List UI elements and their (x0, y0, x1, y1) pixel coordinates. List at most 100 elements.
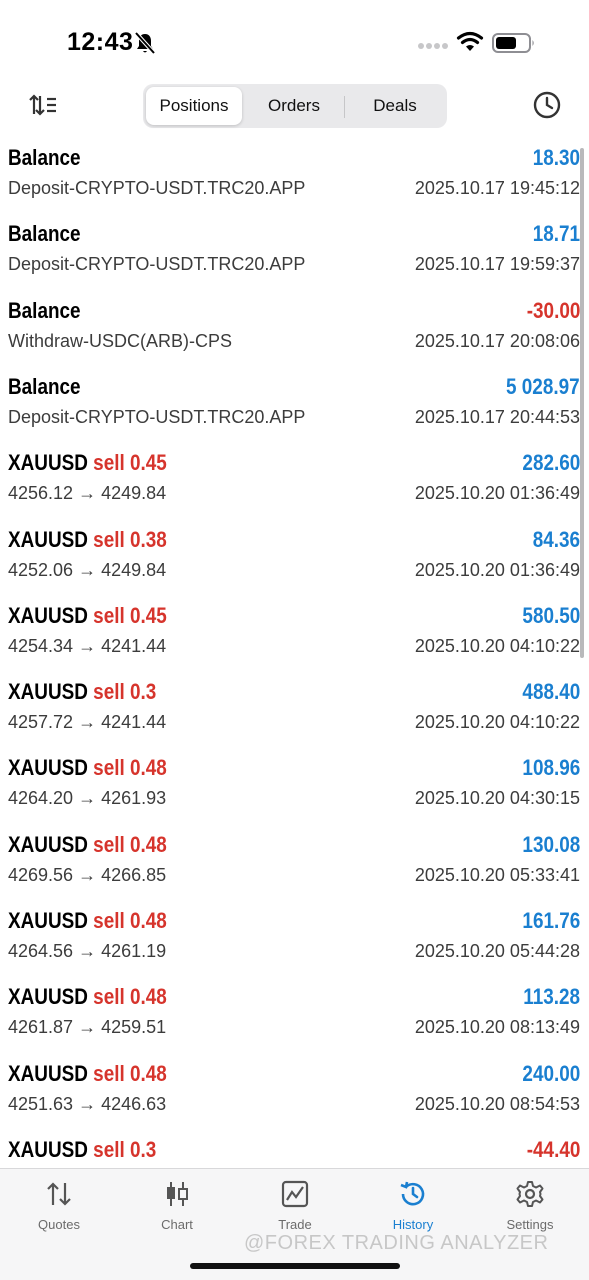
deal-profit: 108.96 (522, 755, 580, 781)
deal-time: 2025.10.20 01:36:49 (414, 559, 580, 580)
deal-profit: 18.30 (532, 145, 580, 170)
deal-comment: 4251.63 → 4246.63 (8, 1093, 167, 1114)
deal-comment: 4264.56 → 4261.19 (8, 941, 167, 961)
symbol-name: XAUUSD (8, 755, 88, 781)
settings-icon (516, 1181, 544, 1207)
symbol-name: XAUUSD (8, 1060, 88, 1086)
deal-time: 2025.10.17 19:45:12 (414, 178, 580, 198)
tab-settings[interactable]: Settings (471, 1179, 589, 1239)
deal-title: XAUUSD sell 0.38 (8, 527, 167, 553)
tab-history[interactable]: History (354, 1179, 472, 1239)
trade-side: sell 0.38 (93, 526, 167, 552)
history-list[interactable]: Balance 18.30 Deposit-CRYPTO-USDT.TRC20.AP… (0, 140, 589, 1168)
deal-time: 2025.10.20 04:10:22 (414, 712, 580, 733)
tab-orders[interactable]: Orders (246, 87, 342, 125)
list-item[interactable]: Balance 18.30 Deposit-CRYPTO-USDT.TRC20.AP… (0, 140, 589, 216)
trade-side: sell 0.48 (93, 1060, 167, 1086)
deal-title: XAUUSD sell 0.48 (8, 755, 167, 781)
sort-icon[interactable] (28, 92, 58, 118)
list-item[interactable]: XAUUSD sell 0.3 488.40 4257.72 → 4241.44 20… (0, 674, 589, 750)
trade-side: sell 0.48 (93, 831, 167, 857)
deal-time: 2025.10.20 04:30:15 (414, 788, 580, 809)
list-item[interactable]: XAUUSD sell 0.48 240.00 4251.63 → 4246.63 2… (0, 1056, 589, 1132)
deal-time: 2025.10.17 19:59:37 (414, 254, 580, 275)
list-item[interactable]: XAUUSD sell 0.3 -44.40 (0, 1132, 589, 1168)
deal-title: XAUUSD sell 0.45 (8, 603, 167, 629)
deal-time: 2025.10.20 04:10:22 (414, 635, 580, 656)
battery-icon (492, 33, 534, 53)
symbol-name: XAUUSD (8, 908, 88, 933)
tab-label: Settings (506, 1217, 554, 1232)
trade-side: sell 0.45 (93, 602, 167, 628)
quotes-icon (47, 1182, 71, 1206)
scrollbar[interactable] (580, 148, 584, 658)
cellular-signal-icon (418, 43, 448, 49)
deal-profit: 84.36 (532, 526, 580, 552)
symbol-name: Balance (8, 145, 81, 170)
deal-comment: Deposit-CRYPTO-USDT.TRC20.APP (8, 254, 306, 275)
list-item[interactable]: XAUUSD sell 0.48 113.28 4261.87 → 4259.51 2… (0, 979, 589, 1055)
symbol-name: XAUUSD (8, 984, 88, 1010)
list-item[interactable]: Balance 18.71 Deposit-CRYPTO-USDT.TRC20.AP… (0, 216, 589, 292)
tab-label: History (392, 1217, 434, 1232)
tab-deals[interactable]: Deals (346, 87, 444, 125)
deal-title: Balance (8, 298, 81, 324)
deal-profit: 130.08 (522, 831, 580, 857)
deal-title: Balance (8, 374, 81, 400)
deal-profit: -44.40 (526, 1136, 580, 1162)
deal-profit: 240.00 (522, 1060, 580, 1086)
list-item[interactable]: XAUUSD sell 0.48 130.08 4269.56 → 4266.85 2… (0, 827, 589, 903)
deal-comment: 4252.06 → 4249.84 (8, 559, 167, 580)
symbol-name: XAUUSD (8, 1136, 88, 1162)
symbol-name: Balance (8, 373, 81, 399)
deal-comment: 4254.34 → 4241.44 (8, 635, 167, 656)
deal-profit: 580.50 (522, 602, 580, 628)
status-time: 12:43 (67, 28, 134, 56)
deal-profit: 5 028.97 (506, 373, 580, 399)
list-item[interactable]: XAUUSD sell 0.48 108.96 4264.20 → 4261.93 2… (0, 750, 589, 826)
wifi-icon (456, 31, 484, 51)
deal-comment: 4256.12 → 4249.84 (8, 483, 167, 504)
deal-title: XAUUSD sell 0.3 (8, 679, 156, 705)
deal-comment: 4264.20 → 4261.93 (8, 788, 167, 809)
list-item[interactable]: XAUUSD sell 0.48 161.76 4264.56 → 4261.19 2… (0, 903, 589, 979)
deal-comment: 4269.56 → 4266.85 (8, 864, 167, 885)
symbol-name: Balance (8, 297, 81, 323)
tab-trade[interactable]: Trade (236, 1179, 354, 1239)
trade-side: sell 0.48 (93, 755, 167, 781)
trade-side: sell 0.3 (93, 679, 157, 705)
trade-icon (281, 1180, 309, 1208)
list-item[interactable]: XAUUSD sell 0.45 282.60 4256.12 → 4249.84 2… (0, 445, 589, 521)
list-item[interactable]: XAUUSD sell 0.45 580.50 4254.34 → 4241.44 2… (0, 598, 589, 674)
deal-title: XAUUSD sell 0.45 (8, 450, 167, 476)
deal-title: XAUUSD sell 0.48 (8, 984, 167, 1010)
tab-label: Quotes (38, 1217, 80, 1232)
trade-side: sell 0.45 (93, 450, 167, 476)
deal-profit: 161.76 (522, 908, 580, 933)
tab-label: Trade (278, 1217, 312, 1232)
chart-icon (167, 1182, 188, 1206)
deal-comment: 4257.72 → 4241.44 (8, 712, 167, 733)
list-item[interactable]: Balance 5 028.97 Deposit-CRYPTO-USDT.TRC20… (0, 369, 589, 445)
deal-profit: -30.00 (526, 297, 580, 323)
status-bar: 12:43 (0, 0, 589, 82)
home-indicator[interactable] (190, 1263, 400, 1269)
deal-time: 2025.10.20 05:33:41 (414, 864, 580, 885)
trade-side: sell 0.48 (93, 908, 167, 933)
symbol-name: XAUUSD (8, 602, 88, 628)
deal-time: 2025.10.20 08:13:49 (414, 1017, 580, 1038)
deal-profit: 113.28 (523, 984, 580, 1010)
tab-quotes[interactable]: Quotes (0, 1179, 118, 1239)
tab-chart[interactable]: Chart (118, 1179, 236, 1239)
trade-side: sell 0.3 (93, 1136, 157, 1162)
clock-icon[interactable] (532, 90, 562, 120)
segmented-control: Positions Orders Deals (143, 84, 447, 128)
list-item[interactable]: Balance -30.00 Withdraw-USDC(ARB)-CPS 2025.… (0, 293, 589, 369)
list-item[interactable]: XAUUSD sell 0.38 84.36 4252.06 → 4249.84 20… (0, 522, 589, 598)
deal-time: 2025.10.20 05:44:28 (414, 941, 580, 961)
deal-profit: 18.71 (532, 221, 580, 247)
deal-time: 2025.10.20 01:36:49 (414, 483, 580, 504)
deal-title: XAUUSD sell 0.48 (8, 832, 167, 858)
tab-positions[interactable]: Positions (146, 87, 242, 125)
trade-side: sell 0.48 (93, 984, 167, 1010)
